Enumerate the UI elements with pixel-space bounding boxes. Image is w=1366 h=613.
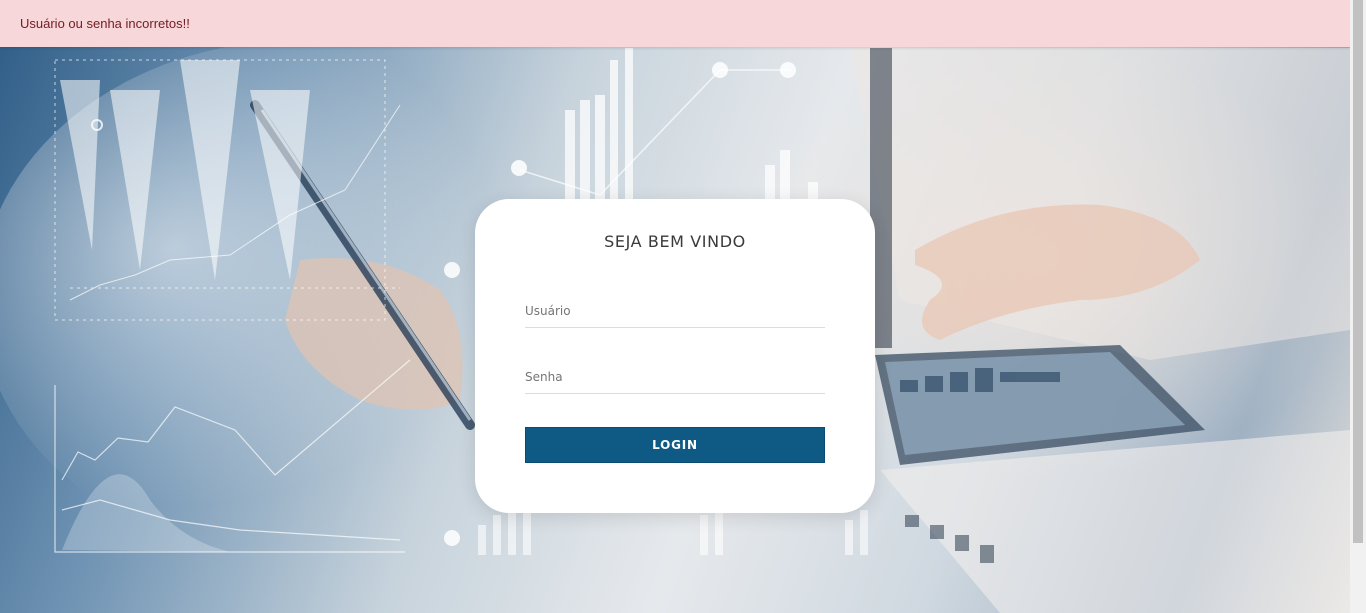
- error-alert-message: Usuário ou senha incorretos!!: [20, 16, 190, 31]
- password-input[interactable]: [525, 360, 825, 394]
- login-card: SEJA BEM VINDO LOGIN: [475, 199, 875, 513]
- vertical-scrollbar[interactable]: [1350, 0, 1366, 613]
- error-alert: Usuário ou senha incorretos!!: [0, 0, 1350, 47]
- scrollbar-thumb[interactable]: [1353, 0, 1363, 543]
- username-input[interactable]: [525, 294, 825, 328]
- login-page: Usuário ou senha incorretos!! SEJA BEM V…: [0, 0, 1366, 613]
- login-title: SEJA BEM VINDO: [604, 232, 746, 251]
- login-button[interactable]: LOGIN: [525, 427, 825, 463]
